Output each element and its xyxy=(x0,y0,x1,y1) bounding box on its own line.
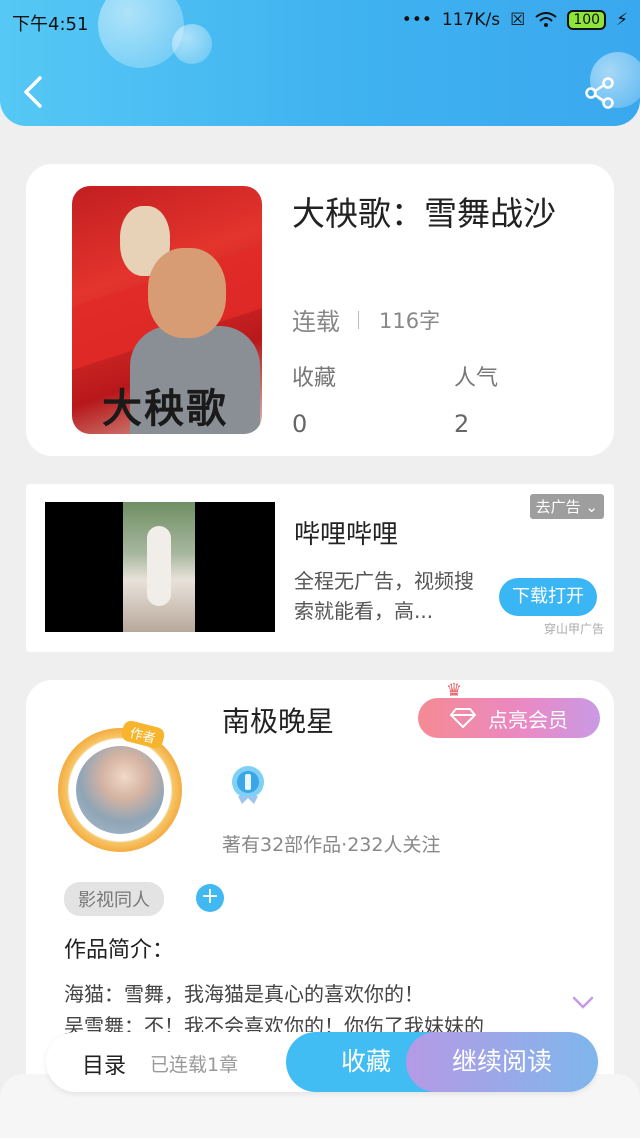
network-speed: 117K/s xyxy=(441,10,501,30)
status-time: 下午4:51 xyxy=(12,14,89,35)
book-cover[interactable]: 大秧歌 xyxy=(72,186,262,434)
intro-heading: 作品简介： xyxy=(64,938,175,963)
favorites-label: 收藏 xyxy=(292,366,337,391)
add-tag-icon[interactable]: + xyxy=(196,884,224,912)
status-bar: 下午4:51 ••• 117K/s ☒ 100 ⚡ xyxy=(0,0,640,44)
author-name[interactable]: 南极晚星 xyxy=(222,700,334,740)
chevron-down-icon: ⌄ xyxy=(585,498,598,516)
cover-figure-face xyxy=(148,248,226,338)
level-badge-icon xyxy=(232,766,264,804)
charging-icon: ⚡ xyxy=(616,10,628,30)
status-icons: ••• 117K/s ☒ 100 ⚡ xyxy=(402,10,628,30)
author-avatar[interactable]: 作者 xyxy=(58,719,182,852)
ad-video-figure xyxy=(147,526,171,606)
vip-button[interactable]: 点亮会员 xyxy=(418,698,600,738)
ad-video-frame xyxy=(123,502,195,632)
ad-description: 全程无广告，视频搜索就能看，高... xyxy=(294,569,474,623)
sim-off-icon: ☒ xyxy=(510,10,526,30)
popularity-label: 人气 xyxy=(454,366,499,391)
toc-button[interactable]: 目录 xyxy=(82,1048,126,1080)
bottom-action-bar: 目录 已连载1章 收藏 继续阅读 xyxy=(46,1032,598,1092)
ad-source: 穿山甲广告 xyxy=(543,622,604,636)
book-meta: 连载 116字 xyxy=(292,302,440,337)
cover-title: 大秧歌 xyxy=(102,385,228,432)
author-stats: 著有32部作品·232人关注 xyxy=(222,834,441,856)
meta-divider xyxy=(358,310,359,329)
battery-indicator: 100 xyxy=(567,10,607,30)
share-icon[interactable] xyxy=(584,76,616,110)
favorites-value: 0 xyxy=(292,410,308,438)
book-info-card: 大秧歌 大秧歌：雪舞战沙 连载 116字 收藏 0 人气 2 xyxy=(26,164,614,456)
signal-dots-icon: ••• xyxy=(401,10,432,30)
ad-video-thumbnail[interactable] xyxy=(45,502,275,632)
genre-tag[interactable]: 影视同人 xyxy=(64,882,164,916)
vip-button-label: 点亮会员 xyxy=(488,707,568,732)
wifi-icon xyxy=(535,12,557,27)
author-badge: 作者 xyxy=(120,719,166,750)
ad-banner[interactable]: 哔哩哔哩 全程无广告，视频搜索就能看，高... 去广告 ⌄ 下载打开 穿山甲广告 xyxy=(26,484,614,652)
popularity-stat: 人气 2 xyxy=(454,360,498,438)
ad-download-button[interactable]: 下载打开 xyxy=(499,578,597,616)
continue-reading-button[interactable]: 继续阅读 xyxy=(406,1032,598,1092)
ad-app-name: 哔哩哔哩 xyxy=(294,520,399,550)
popularity-value: 2 xyxy=(454,410,470,438)
remove-ad-label: 去广告 xyxy=(535,498,581,516)
diamond-icon xyxy=(450,708,476,728)
intro-text: 海猫：雪舞，我海猫是真心的喜欢你的！ 吴雪舞：不！我不会喜欢你的！你伤了我妹妹的 xyxy=(64,982,484,1036)
book-title: 大秧歌：雪舞战沙 xyxy=(292,194,556,233)
remove-ad-button[interactable]: 去广告 ⌄ xyxy=(529,494,604,519)
favorites-stat: 收藏 0 xyxy=(292,360,336,438)
chevron-down-icon[interactable] xyxy=(572,996,594,1010)
header: 下午4:51 ••• 117K/s ☒ 100 ⚡ xyxy=(0,0,640,126)
avatar-photo xyxy=(76,746,164,834)
word-count: 116字 xyxy=(379,308,441,333)
book-status: 连载 xyxy=(292,308,340,336)
back-icon[interactable] xyxy=(18,72,50,112)
serial-status: 已连载1章 xyxy=(150,1054,239,1076)
